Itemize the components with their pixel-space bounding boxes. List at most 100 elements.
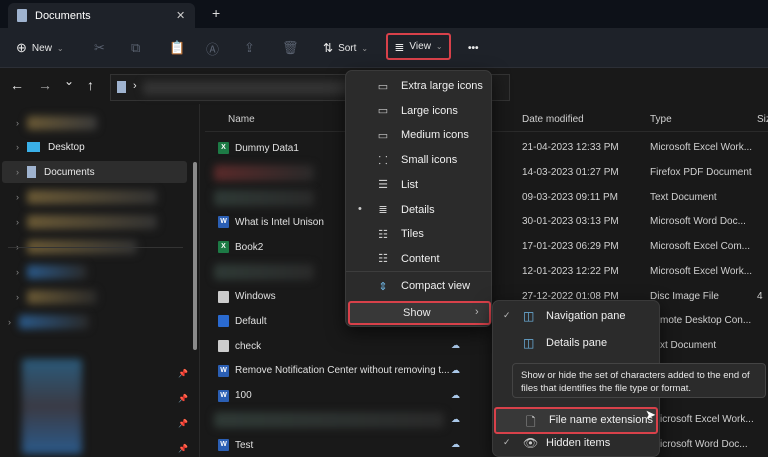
- share-icon[interactable]: ⇪: [244, 38, 255, 58]
- close-tab-icon[interactable]: ✕: [176, 9, 185, 22]
- menu-item-label: Medium icons: [401, 129, 469, 142]
- more-options-button[interactable]: •••: [468, 38, 479, 58]
- menu-item-content[interactable]: ☷ Content: [346, 247, 491, 271]
- file-type: xt Document: [660, 340, 717, 351]
- file-icon: W: [218, 389, 229, 402]
- new-tab-button[interactable]: +: [212, 5, 220, 21]
- chevron-right-icon: ›: [16, 167, 19, 177]
- sidebar-scrollbar[interactable]: [193, 162, 197, 350]
- menu-item-extra-large-icons[interactable]: ▭ Extra large icons: [346, 74, 491, 98]
- recent-locations-button[interactable]: ⌄: [64, 74, 74, 88]
- pin-icon: 📌: [178, 444, 188, 453]
- forward-button[interactable]: →: [38, 77, 52, 93]
- file-row[interactable]: [214, 410, 444, 430]
- menu-item-label: Compact view: [401, 280, 471, 292]
- menu-separator: [346, 271, 491, 272]
- menu-item-label: Content: [401, 252, 440, 265]
- menu-item-label: Small icons: [401, 154, 458, 167]
- view-2-icon: ▭: [377, 129, 389, 142]
- menu-item-list[interactable]: ☰ List: [346, 173, 491, 197]
- menu-item-hidden-items[interactable]: ✓ 👁 Hidden items: [493, 432, 659, 456]
- documents-icon: [27, 166, 36, 178]
- file-name: Windows: [235, 291, 276, 302]
- file-type: icrosoft Word Doc...: [660, 439, 748, 450]
- file-row[interactable]: Default: [218, 311, 267, 331]
- back-button[interactable]: ←: [10, 77, 24, 93]
- column-name[interactable]: Name: [228, 114, 255, 125]
- file-row[interactable]: [214, 188, 314, 208]
- menu-item-small-icons[interactable]: ⸬ Small icons: [346, 148, 491, 172]
- view-5-icon: ≣: [378, 204, 388, 216]
- sidebar-item[interactable]: ›: [16, 211, 186, 233]
- menu-item-compact-view[interactable]: ⇕ Compact view: [346, 274, 491, 298]
- menu-item-large-icons[interactable]: ▭ Large icons: [346, 99, 491, 123]
- sidebar-item[interactable]: ›: [8, 311, 178, 333]
- file-row[interactable]: [214, 262, 314, 282]
- sidebar-item-desktop[interactable]: › Desktop: [16, 136, 186, 158]
- file-row[interactable]: W Test: [218, 435, 253, 455]
- view-7-icon: ☷: [378, 253, 388, 266]
- file-name: check: [235, 340, 262, 352]
- sidebar-item[interactable]: ›: [16, 112, 186, 134]
- file-type: Firefox PDF Document: [650, 166, 752, 178]
- file-row[interactable]: Windows: [218, 287, 276, 307]
- view-button[interactable]: ≣ View ⌄: [386, 33, 451, 60]
- command-bar: ⊕ New ⌄ ✂ ⧉ 📋 Ⓐ ⇪ 🗑 ⇅ Sort ⌄ ≣ View ⌄ •••: [0, 28, 768, 68]
- file-row[interactable]: [214, 163, 314, 183]
- hidden-items-icon: 👁: [523, 436, 539, 450]
- file-row[interactable]: X Book2: [218, 237, 263, 257]
- sidebar-item[interactable]: ›: [16, 261, 186, 283]
- redacted-file-name: [214, 164, 314, 181]
- file-name: Book2: [235, 241, 264, 253]
- menu-item-navigation-pane[interactable]: ✓ ◫ Navigation pane: [493, 305, 659, 329]
- file-row[interactable]: W What is Intel Unison: [218, 212, 324, 232]
- paste-icon[interactable]: 📋: [169, 38, 185, 58]
- file-icon: X: [218, 241, 229, 253]
- file-icon: W: [218, 216, 229, 229]
- file-row[interactable]: W 100: [218, 386, 252, 406]
- sort-button[interactable]: ⇅ Sort ⌄: [323, 38, 368, 58]
- menu-item-details[interactable]: • ≣ Details: [346, 198, 491, 222]
- column-type[interactable]: Type: [650, 114, 672, 125]
- column-date-modified[interactable]: Date modified: [522, 114, 584, 125]
- sidebar-item[interactable]: ›: [16, 186, 186, 208]
- sort-label: Sort: [338, 42, 357, 54]
- chevron-right-icon: ›: [16, 118, 19, 128]
- rename-icon[interactable]: Ⓐ: [206, 38, 219, 58]
- show-menu-item[interactable]: Show ›: [348, 301, 491, 325]
- menu-item-details-pane[interactable]: ◫ Details pane: [493, 332, 659, 356]
- tab-documents[interactable]: Documents ✕: [8, 3, 195, 28]
- file-date: 17-01-2023 06:29 PM: [522, 241, 619, 252]
- copy-icon[interactable]: ⧉: [131, 38, 140, 58]
- cut-icon[interactable]: ✂: [94, 38, 105, 58]
- file-row[interactable]: X Dummy Data1: [218, 138, 299, 158]
- sidebar-item-documents[interactable]: › Documents: [2, 161, 187, 183]
- sidebar-item[interactable]: ›: [16, 286, 186, 308]
- file-row[interactable]: W Remove Notification Center without remo…: [218, 361, 450, 381]
- chevron-right-icon: ›: [475, 306, 479, 318]
- menu-item-medium-icons[interactable]: ▭ Medium icons: [346, 123, 491, 147]
- view-6-icon: ☷: [378, 228, 388, 241]
- file-date: 09-03-2023 09:11 PM: [522, 191, 618, 203]
- file-icon: W: [218, 364, 229, 377]
- view-0-icon: ▭: [377, 80, 389, 93]
- new-button[interactable]: ⊕ New ⌄: [16, 38, 64, 58]
- file-name: Dummy Data1: [235, 142, 299, 154]
- chevron-down-icon: ⌄: [361, 43, 369, 53]
- menu-item-label: Hidden items: [546, 437, 611, 449]
- quick-access-items[interactable]: [22, 359, 82, 454]
- tooltip: Show or hide the set of characters added…: [512, 363, 766, 398]
- chevron-right-icon: ›: [16, 142, 19, 152]
- pin-icon: 📌: [178, 369, 188, 378]
- file-icon: W: [218, 439, 229, 451]
- up-button[interactable]: ↑: [87, 77, 94, 93]
- column-size[interactable]: Siz: [757, 114, 768, 125]
- file-row[interactable]: check: [218, 336, 261, 356]
- menu-item-tiles[interactable]: ☷ Tiles: [346, 222, 491, 246]
- redacted-file-name: [214, 263, 314, 280]
- menu-item-label: Extra large icons: [401, 80, 483, 92]
- folder-icon: [117, 81, 126, 93]
- delete-icon[interactable]: 🗑: [282, 38, 299, 58]
- cloud-icon: ☁: [451, 414, 460, 425]
- menu-item-file-name-extensions[interactable]: 🗋 File name extensions: [494, 407, 658, 434]
